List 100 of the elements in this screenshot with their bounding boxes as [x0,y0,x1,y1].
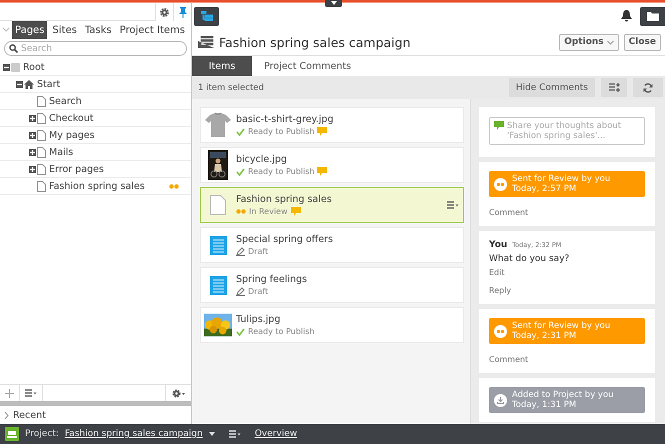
tree-item[interactable]: Checkout [0,110,191,127]
project-item-card[interactable]: Special spring offers Draft [200,227,464,263]
item-name: Spring feelings [236,274,308,285]
comment-icon [290,207,301,216]
tree-item-label: Error pages [49,164,104,174]
item-status: In Review [249,207,288,216]
review-icon [494,178,507,190]
comment-text: What do you say? [489,254,570,264]
item-status: Ready to Publish [248,327,314,336]
download-icon [494,394,507,406]
chevron-icon [4,412,9,418]
recent-section[interactable]: Recent [0,406,191,424]
page-icon [37,180,46,192]
item-status: Ready to Publish [248,167,314,176]
tree-item-label: Root [23,62,45,72]
tree-item[interactable]: Fashion spring sales [0,178,191,195]
caret-icon [208,432,215,436]
tab[interactable]: Sites [49,21,80,39]
comment-author: You [489,240,508,250]
check-icon [236,168,245,176]
article-icon [210,236,226,254]
project-icon [5,427,19,441]
page-icon [37,130,46,140]
refresh-icon [643,82,653,92]
collapse-icon[interactable] [3,64,10,70]
tree-view-button[interactable] [194,6,219,26]
page-icon [37,96,46,106]
project-label: Project: [25,429,59,439]
expand-icon[interactable] [29,166,36,172]
notification-icon[interactable] [621,10,632,22]
tree-icon [200,11,212,21]
toolbar-button[interactable]: Options [559,34,619,50]
pencil-icon [236,247,245,256]
project-title: Fashion spring sales campaign [219,34,412,50]
pin-button[interactable] [173,3,191,21]
expand-icon[interactable] [29,132,36,138]
tab[interactable]: Pages [12,21,48,39]
list-menu-icon [447,201,459,209]
project-item-card[interactable]: Tulips.jpg Ready to Publish [200,307,464,343]
comment-icon [317,127,328,136]
settings-icon [159,6,170,18]
item-name: Special spring offers [236,234,334,245]
item-status: Ready to Publish [248,127,314,136]
item-name: Tulips.jpg [236,314,282,325]
pencil-icon [236,287,245,296]
tree-item-label: Start [37,78,60,90]
add-to-list-button[interactable] [601,78,627,97]
review-dots-icon [236,209,246,214]
folder-icon [646,12,658,20]
list-add-icon [608,83,620,92]
toolbar-button[interactable]: Close [624,34,661,50]
tab[interactable]: Items [192,56,252,76]
tab[interactable]: Project Items [116,21,188,39]
expand-icon[interactable] [29,148,36,156]
overview-link[interactable]: Overview [254,429,298,439]
project-item-card[interactable]: basic-t-shirt-grey.jpg Ready to Publish [200,107,464,143]
caret-icon [330,1,336,5]
tree-item[interactable]: Search [0,93,191,110]
refresh-button[interactable] [633,78,663,97]
expand-icon[interactable] [29,114,36,122]
home-icon [24,80,34,88]
pin-icon [178,6,186,18]
tree-item[interactable]: My pages [0,127,191,144]
tab[interactable]: Tasks [82,21,115,39]
check-icon [236,328,245,336]
search-icon [9,44,18,53]
comment-link[interactable]: Comment [489,208,645,217]
project-item-card[interactable]: bicycle.jpg Ready to Publish [200,147,464,183]
activity-banner: Added to Project by you Today, 1:31 PM [489,387,645,413]
collapse-handle[interactable] [325,0,342,7]
folder-button[interactable] [640,6,665,26]
tree-item[interactable]: Mails [0,144,191,161]
page-icon [37,112,46,124]
tree-item[interactable]: Error pages [0,161,191,178]
square-icon [11,62,20,72]
tree-item[interactable]: Start [0,76,191,93]
tree-item-label: Fashion spring sales [49,180,145,192]
tree-item-label: Mails [49,146,74,158]
comment-icon [317,167,328,176]
review-icon [494,324,507,338]
reply-link[interactable]: Reply [489,286,645,295]
hide-comments-button[interactable]: Hide Comments [508,78,595,97]
item-status: Draft [248,247,268,256]
article-icon [210,276,226,294]
plus-icon [5,388,14,398]
search-field[interactable]: Search [4,41,187,56]
collapse-icon[interactable] [16,80,23,88]
comment-field[interactable]: Share your thoughts about 'Fashion spring sales'... [489,117,645,145]
tree-item[interactable]: Root [0,59,191,76]
search-input[interactable]: Search [21,44,171,54]
project-link[interactable]: Fashion spring sales campaign [64,429,203,439]
item-name: basic-t-shirt-grey.jpg [236,114,334,125]
comment-icon [494,121,504,130]
project-item-card[interactable]: Spring feelings Draft [200,267,464,303]
project-item-card[interactable]: Fashion spring sales In Review [200,187,464,223]
edit-link[interactable]: Edit [489,268,645,277]
item-status: Draft [248,287,268,296]
settings-button[interactable] [155,3,173,21]
activity-banner: Sent for Review by you Today, 2:57 PM [489,171,645,197]
comment-link[interactable]: Comment [489,355,645,364]
